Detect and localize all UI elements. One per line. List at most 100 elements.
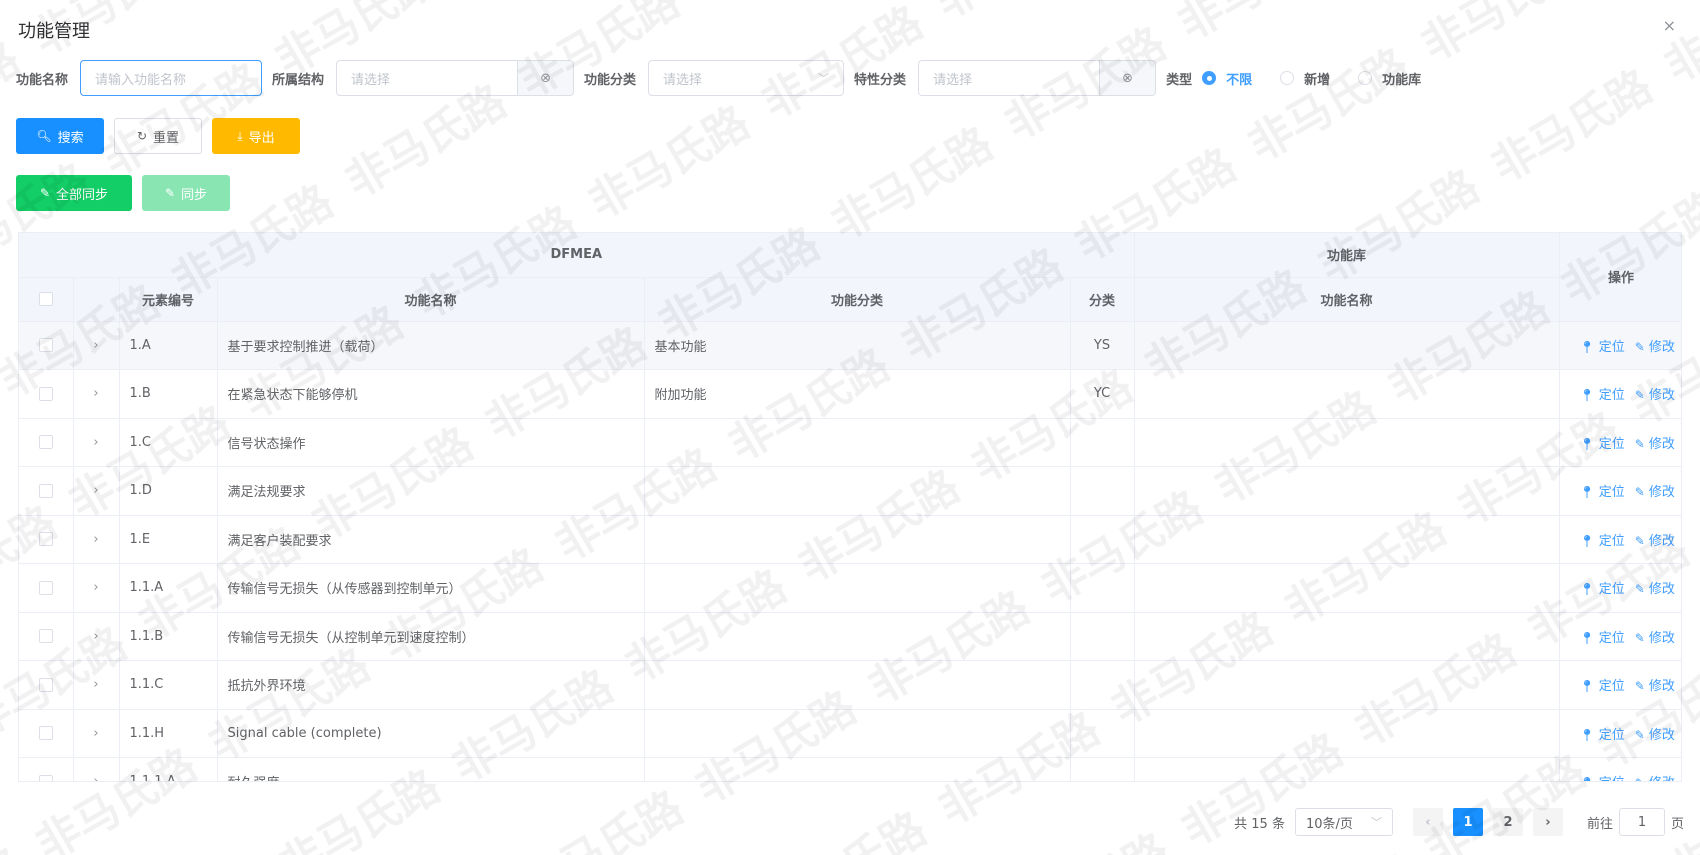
edit-link[interactable]: ✎修改 xyxy=(1635,728,1675,743)
next-page-button[interactable]: › xyxy=(1532,808,1563,836)
row-checkbox[interactable] xyxy=(38,677,53,692)
edit-icon: ✎ xyxy=(1634,533,1645,548)
row-checkbox[interactable] xyxy=(38,580,53,595)
locate-link[interactable]: 📍︎定位 xyxy=(1580,679,1625,694)
library-function-name-cell xyxy=(1134,515,1560,564)
type-radio-any[interactable]: 不限 xyxy=(1202,69,1252,88)
table-row[interactable]: › 1.B 在紧急状态下能够停机 附加功能 YC 📍︎ 定位 ✎ 修改 xyxy=(19,369,1681,419)
function-name-cell: 抵抗外界环境 xyxy=(217,660,645,710)
feature-category-select[interactable]: 请选择 ⊗ xyxy=(918,60,1157,96)
locate-link[interactable]: 📍︎定位 xyxy=(1580,437,1625,452)
chevron-right-icon[interactable]: › xyxy=(93,774,98,781)
close-icon[interactable]: × xyxy=(1663,16,1676,35)
dfmea-group-header: DFMEA xyxy=(19,233,1135,278)
function-name-header: 功能名称 xyxy=(217,277,645,322)
element-no-cell: 1.E xyxy=(119,515,218,564)
edit-link[interactable]: ✎修改 xyxy=(1635,437,1675,452)
edit-link[interactable]: ✎修改 xyxy=(1635,776,1675,781)
row-select-cell xyxy=(19,709,74,758)
function-name-cell: 在紧急状态下能够停机 xyxy=(217,369,645,419)
location-pin-icon: 📍︎ xyxy=(1579,727,1595,742)
locate-link[interactable]: 📍︎定位 xyxy=(1580,776,1625,781)
edit-link[interactable]: ✎修改 xyxy=(1635,631,1675,646)
element-no-cell: 1.C xyxy=(119,418,218,467)
row-checkbox[interactable] xyxy=(38,629,53,644)
row-expand-cell: › xyxy=(73,757,120,781)
locate-link[interactable]: 📍︎定位 xyxy=(1580,582,1625,597)
page-2-button[interactable]: 2 xyxy=(1492,808,1523,836)
library-function-name-cell xyxy=(1134,563,1560,613)
locate-link[interactable]: 📍︎定位 xyxy=(1580,485,1625,500)
edit-link[interactable]: ✎修改 xyxy=(1635,340,1675,355)
reset-button[interactable]: ↻ 重置 xyxy=(114,118,202,154)
sync-all-button[interactable]: ✎ 全部同步 xyxy=(16,175,132,211)
page-1-button[interactable]: 1 xyxy=(1452,808,1483,836)
table-row[interactable]: › 1.1.A 传输信号无损失（从传感器到控制单元） 📍︎ 定位 ✎ 修改 xyxy=(19,563,1681,613)
row-checkbox[interactable] xyxy=(38,386,53,401)
chevron-right-icon: › xyxy=(1545,814,1551,830)
category-cell: YC xyxy=(1070,369,1135,419)
library-function-name-cell xyxy=(1134,709,1560,758)
chevron-right-icon[interactable]: › xyxy=(93,386,98,401)
chevron-right-icon[interactable]: › xyxy=(93,435,98,450)
row-checkbox[interactable] xyxy=(38,726,53,741)
type-radio-new[interactable]: 新增 xyxy=(1280,69,1330,88)
library-function-name-header: 功能名称 xyxy=(1134,277,1560,322)
type-radio-library[interactable]: 功能库 xyxy=(1358,69,1421,88)
chevron-down-icon: ﹀ xyxy=(1370,816,1382,829)
function-category-cell xyxy=(644,466,1071,516)
chevron-right-icon[interactable]: › xyxy=(93,338,98,353)
row-checkbox[interactable] xyxy=(38,435,53,450)
chevron-right-icon[interactable]: › xyxy=(93,677,98,692)
table-row[interactable]: › 1.1.1.A耐久强度 📍︎定位 ✎修改 xyxy=(19,757,1681,781)
edit-link[interactable]: ✎修改 xyxy=(1635,485,1675,500)
export-button[interactable]: ⤓ 导出 xyxy=(212,118,300,154)
edit-link[interactable]: ✎修改 xyxy=(1635,679,1675,694)
sync-button[interactable]: ✎ 同步 xyxy=(142,175,230,211)
function-name-cell: 基于要求控制推进（载荷） xyxy=(217,321,645,370)
locate-link[interactable]: 📍︎定位 xyxy=(1580,340,1625,355)
row-expand-cell: › xyxy=(73,563,120,613)
row-checkbox[interactable] xyxy=(38,774,53,781)
locate-link[interactable]: 📍︎定位 xyxy=(1580,728,1625,743)
row-checkbox[interactable] xyxy=(38,338,53,353)
edit-link[interactable]: ✎修改 xyxy=(1635,388,1675,403)
function-category-select[interactable]: 请选择 ﹀ xyxy=(648,60,845,96)
edit-icon: ✎ xyxy=(1634,582,1645,597)
location-pin-icon: 📍︎ xyxy=(1579,485,1595,500)
chevron-right-icon[interactable]: › xyxy=(93,629,98,644)
chevron-right-icon[interactable]: › xyxy=(93,532,98,547)
element-no-cell: 1.1.1.A xyxy=(119,757,218,781)
goto-page-input[interactable]: 1 xyxy=(1618,808,1665,836)
function-name-input[interactable]: 请输入功能名称 xyxy=(80,60,263,96)
chevron-right-icon[interactable]: › xyxy=(93,483,98,498)
page-size-select[interactable]: 10条/页 ﹀ xyxy=(1294,808,1393,836)
chevron-right-icon[interactable]: › xyxy=(93,580,98,595)
row-expand-cell: › xyxy=(73,612,120,661)
table-row[interactable]: › 1.C 信号状态操作 📍︎ 定位 ✎ 修改 xyxy=(19,418,1681,467)
table-row[interactable]: › 1.1.B 传输信号无损失（从控制单元到速度控制） 📍︎ 定位 ✎ 修改 xyxy=(19,612,1681,661)
clear-circle-icon[interactable]: ⊗ xyxy=(1099,61,1156,95)
search-button[interactable]: 🔍︎ 搜索 xyxy=(16,118,104,154)
row-checkbox[interactable] xyxy=(38,483,53,498)
edit-link[interactable]: ✎修改 xyxy=(1635,534,1675,549)
chevron-right-icon[interactable]: › xyxy=(93,726,98,741)
location-pin-icon: 📍︎ xyxy=(1579,533,1595,548)
table-row[interactable]: › 1.A 基于要求控制推进（载荷） 基本功能 YS 📍︎ 定位 ✎ 修改 xyxy=(19,321,1681,370)
table-row[interactable]: › 1.1.C 抵抗外界环境 📍︎ 定位 ✎ 修改 xyxy=(19,660,1681,710)
prev-page-button[interactable]: ‹ xyxy=(1412,808,1443,836)
locate-link[interactable]: 📍︎定位 xyxy=(1580,388,1625,403)
locate-link[interactable]: 📍︎定位 xyxy=(1580,631,1625,646)
clear-circle-icon[interactable]: ⊗ xyxy=(517,61,574,95)
table-row[interactable]: › 1.D 满足法规要求 📍︎ 定位 ✎ 修改 xyxy=(19,466,1681,516)
row-select-cell xyxy=(19,612,74,661)
locate-link[interactable]: 📍︎定位 xyxy=(1580,534,1625,549)
structure-select[interactable]: 请选择 ⊗ xyxy=(336,60,575,96)
row-select-cell xyxy=(19,515,74,564)
table-row[interactable]: › 1.E 满足客户装配要求 📍︎ 定位 ✎ 修改 xyxy=(19,515,1681,564)
select-all-checkbox[interactable] xyxy=(38,292,53,306)
function-name-label: 功能名称 xyxy=(16,72,69,88)
table-row[interactable]: › 1.1.H Signal cable (complete) 📍︎ 定位 ✎ 修改 xyxy=(19,709,1681,758)
row-checkbox[interactable] xyxy=(38,532,53,547)
edit-link[interactable]: ✎修改 xyxy=(1635,582,1675,597)
